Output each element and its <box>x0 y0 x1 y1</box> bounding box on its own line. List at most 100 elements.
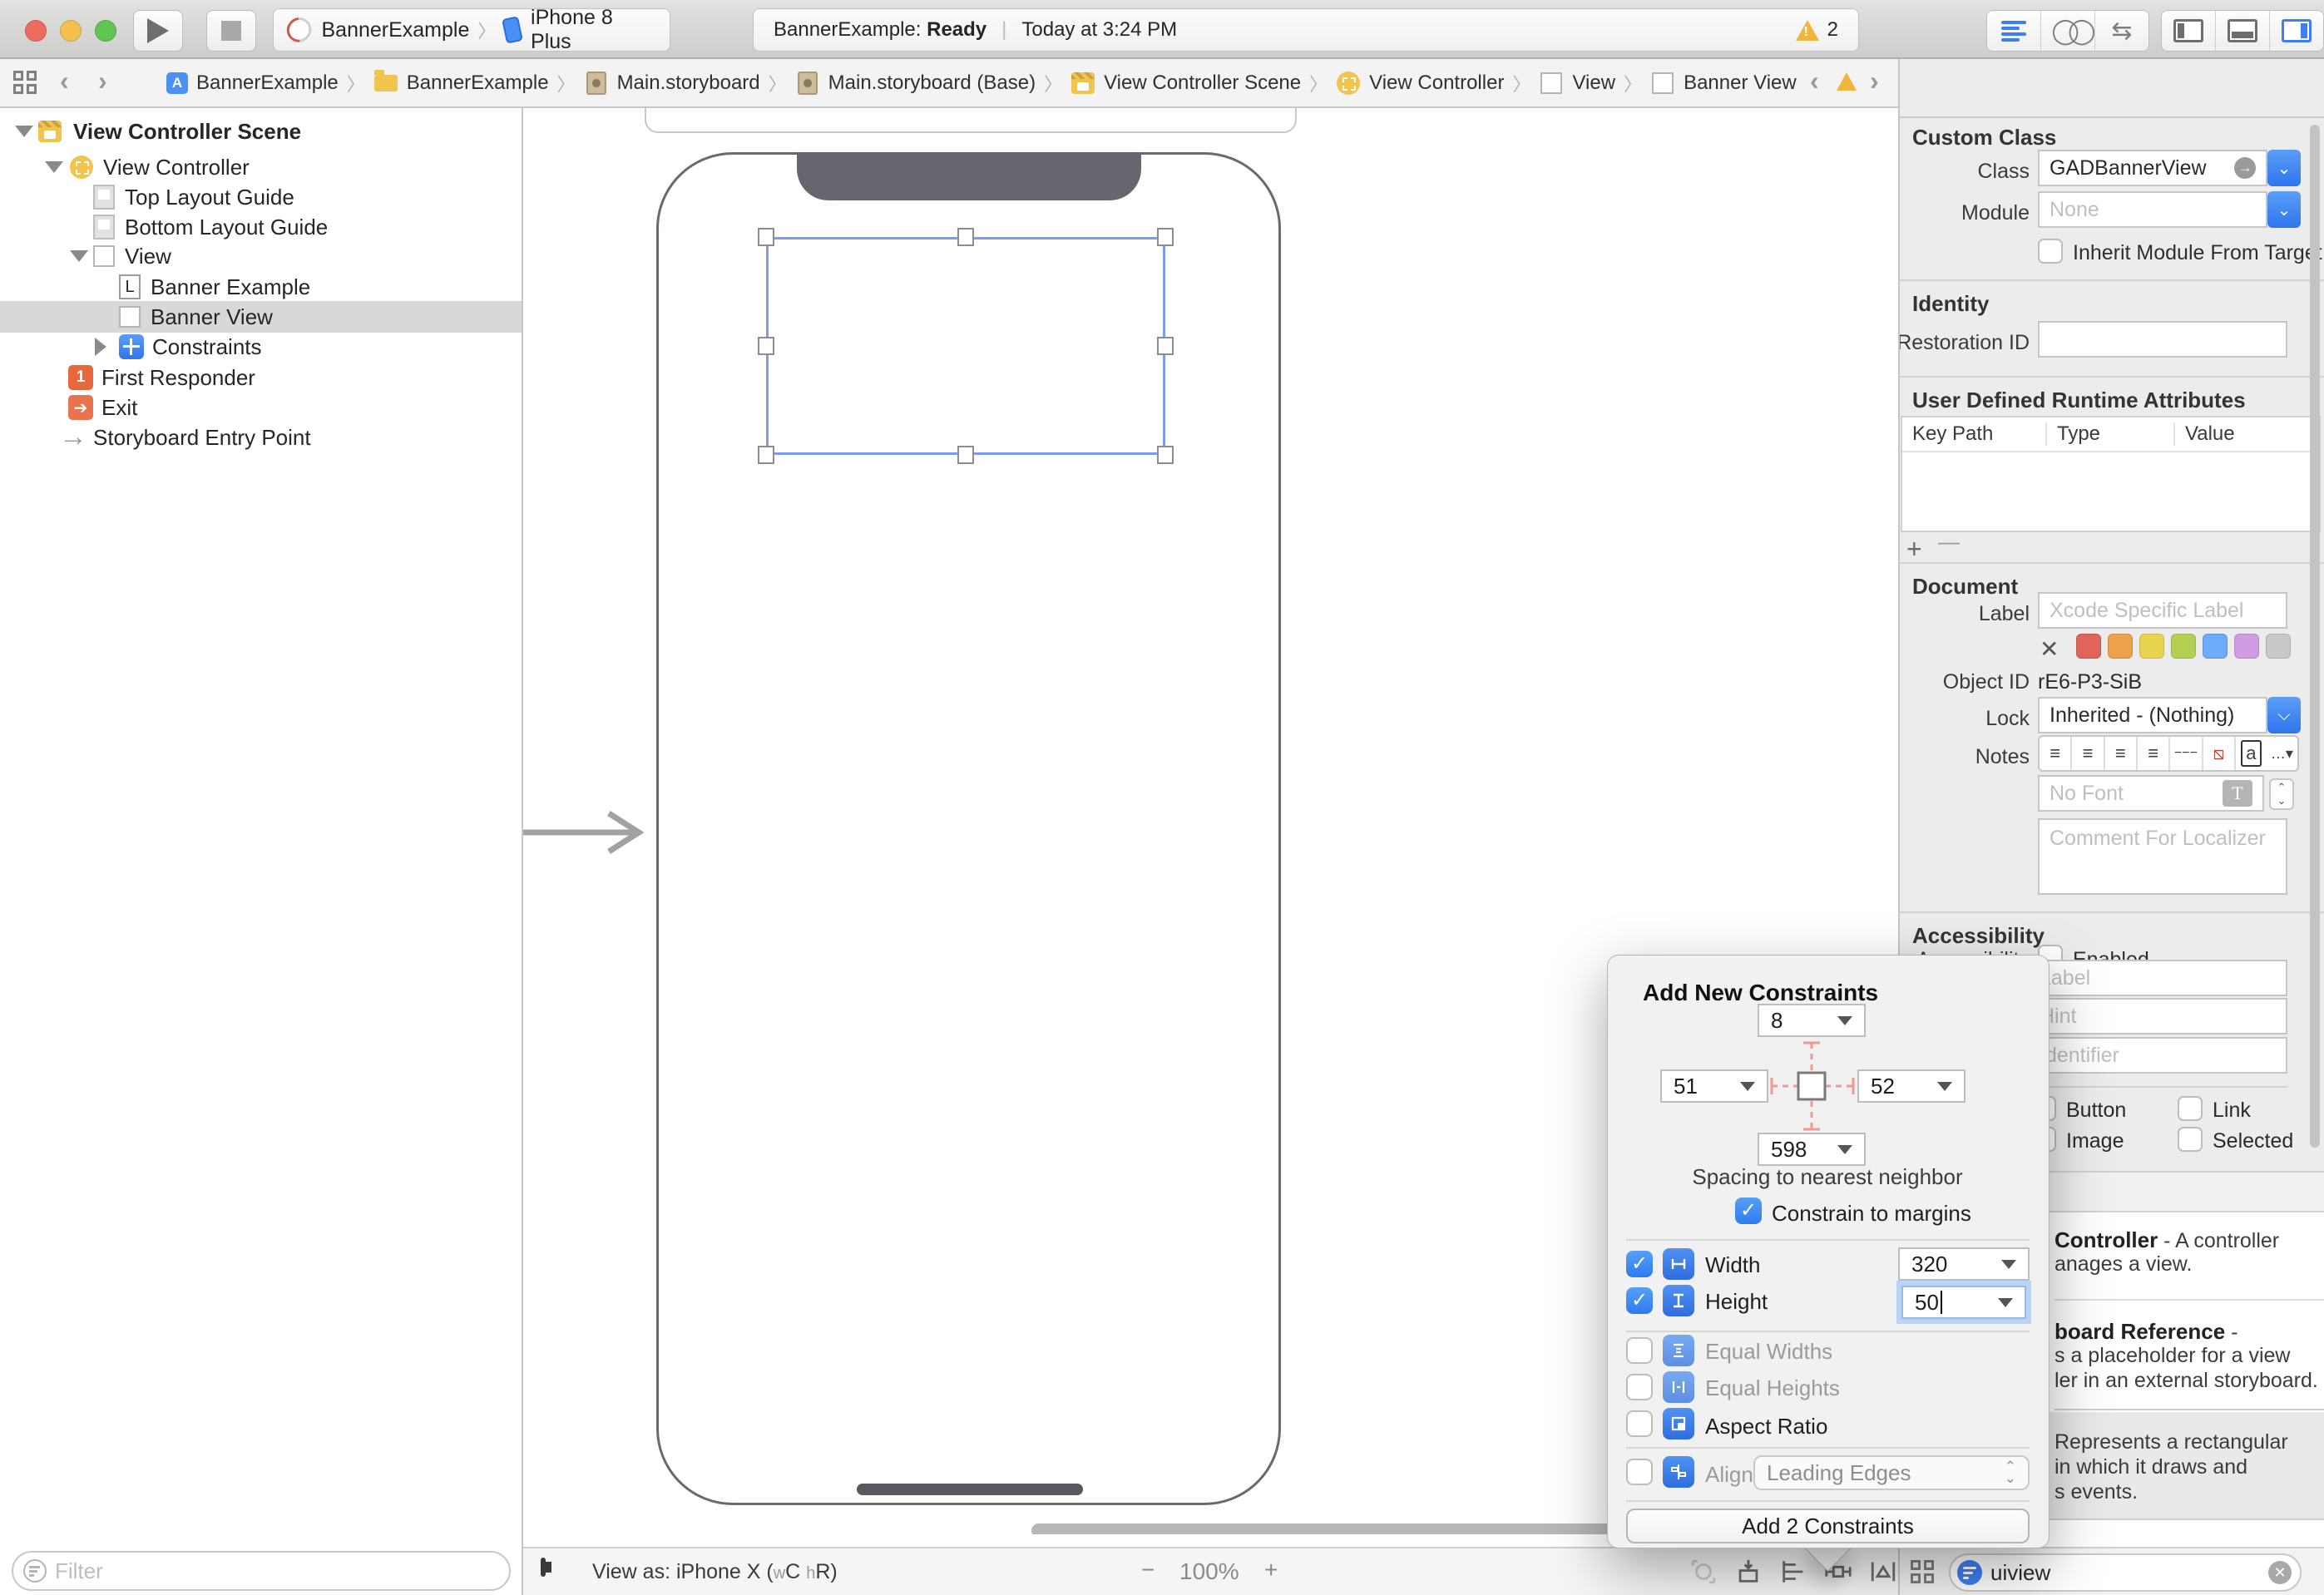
outline-row-top-layout-guide[interactable]: Top Layout Guide <box>0 182 522 212</box>
trait-link-checkbox[interactable] <box>2178 1096 2203 1121</box>
align-option-dropdown[interactable]: Leading Edges ⌃⌄ <box>1753 1455 2030 1490</box>
embed-button[interactable] <box>1730 1555 1767 1588</box>
zoom-button[interactable] <box>95 20 116 42</box>
breadcrumb-item[interactable]: View Controller <box>1369 72 1504 95</box>
stop-button[interactable] <box>206 10 256 52</box>
height-value-field[interactable]: 50 <box>1901 1286 2026 1319</box>
font-field[interactable]: No Font T <box>2038 775 2264 812</box>
assistant-editor-button[interactable]: ◯◯ <box>2041 11 2095 51</box>
resize-handle[interactable] <box>758 446 774 464</box>
text-attr-button[interactable]: a <box>2241 740 2262 767</box>
class-field[interactable]: GADBannerView → <box>2038 150 2267 186</box>
width-checkbox[interactable] <box>1626 1251 1653 1277</box>
module-dropdown-button[interactable]: ⌄ <box>2267 191 2301 228</box>
align-right-button[interactable]: ≡ <box>2105 737 2138 770</box>
outline-row-first-responder[interactable]: 1 First Responder <box>0 363 522 393</box>
resize-handle[interactable] <box>1157 228 1174 246</box>
justify-button[interactable]: ≡ <box>2138 737 2170 770</box>
outline-row-view[interactable]: View <box>0 241 522 271</box>
prev-issue-button[interactable]: ‹ <box>1810 66 1819 96</box>
resolve-issues-button[interactable] <box>1865 1555 1901 1588</box>
align-center-button[interactable]: ≡ <box>2072 737 2104 770</box>
view-as-button[interactable]: View as: iPhone X (wC hR) <box>592 1560 838 1584</box>
outline-row-entry-point[interactable]: → Storyboard Entry Point <box>0 422 522 452</box>
jump-arrow-icon[interactable]: → <box>2234 157 2256 179</box>
outline-row-banner-view[interactable]: Banner View <box>0 302 522 332</box>
height-checkbox[interactable] <box>1626 1287 1653 1314</box>
resize-handle[interactable] <box>1157 446 1174 464</box>
clear-color-button[interactable]: ✕ <box>2040 635 2059 663</box>
font-picker-icon[interactable]: T <box>2223 780 2252 807</box>
toggle-debug-button[interactable] <box>2216 11 2270 51</box>
inspector-scrollbar[interactable] <box>2310 125 2320 1148</box>
spacing-diagram[interactable] <box>1655 1031 1988 1181</box>
toggle-navigator-button[interactable] <box>2162 11 2216 51</box>
align-checkbox[interactable] <box>1626 1459 1653 1485</box>
zoom-out-button[interactable]: − <box>1141 1557 1155 1583</box>
outline-row-constraints[interactable]: Constraints <box>0 332 522 362</box>
clear-search-button[interactable]: ✕ <box>2268 1561 2292 1584</box>
constrain-to-margins-checkbox[interactable] <box>1735 1197 1762 1224</box>
localizer-comment-field[interactable]: Comment For Localizer <box>2038 818 2287 895</box>
resize-handle[interactable] <box>957 228 974 246</box>
selected-banner-view[interactable] <box>766 237 1165 455</box>
library-item-selected[interactable]: Represents a rectangular <box>2055 1430 2288 1454</box>
accessibility-identifier-field[interactable]: Identifier <box>2028 1037 2287 1074</box>
close-button[interactable] <box>25 20 47 42</box>
outline-row-banner-example[interactable]: L Banner Example <box>0 272 522 302</box>
library-grid-icon[interactable] <box>1911 1560 1936 1585</box>
add-attribute-button[interactable]: + <box>1906 534 1922 565</box>
outline-row-scene[interactable]: View Controller Scene <box>0 116 522 146</box>
warning-count[interactable]: ! 2 <box>1796 18 1838 42</box>
color-swatch-orange[interactable] <box>2108 634 2133 659</box>
disclosure-triangle[interactable] <box>15 126 33 137</box>
align-left-button[interactable]: ≡ <box>2040 737 2072 770</box>
update-frames-button[interactable] <box>1685 1555 1722 1588</box>
remove-attribute-button[interactable]: — <box>1938 529 1960 555</box>
disclosure-triangle[interactable] <box>45 161 63 173</box>
forward-button[interactable]: › <box>98 66 107 96</box>
runtime-attributes-table[interactable]: Key Path Type Value <box>1901 416 2321 532</box>
toggle-inspector-button[interactable] <box>2270 11 2323 51</box>
color-swatch-green[interactable] <box>2171 634 2196 659</box>
equal-widths-checkbox[interactable] <box>1626 1337 1653 1364</box>
breadcrumb-item[interactable]: BannerExample <box>407 72 549 95</box>
library-search-field[interactable]: uiview ✕ <box>1949 1553 2302 1592</box>
lock-stepper-button[interactable]: ⌵ <box>2267 697 2301 733</box>
font-size-stepper[interactable]: ⌃⌄ <box>2269 778 2294 810</box>
next-issue-button[interactable]: › <box>1870 66 1879 96</box>
restoration-id-field[interactable] <box>2038 321 2287 358</box>
disclosure-triangle[interactable] <box>70 250 88 262</box>
outline-row-exit[interactable]: ➔ Exit <box>0 393 522 422</box>
minimize-button[interactable] <box>60 20 82 42</box>
class-dropdown-button[interactable]: ⌄ <box>2267 150 2301 186</box>
related-items-button[interactable] <box>13 71 38 96</box>
aspect-ratio-checkbox[interactable] <box>1626 1410 1653 1437</box>
breadcrumb-item[interactable]: Banner View <box>1684 72 1797 95</box>
accessibility-label-field[interactable]: Label <box>2028 960 2287 996</box>
run-button[interactable] <box>133 10 183 52</box>
library-item[interactable]: Controller - A controller <box>2055 1227 2279 1253</box>
width-value-dropdown[interactable]: 320 <box>1898 1247 2030 1281</box>
breadcrumb-item[interactable]: BannerExample <box>196 72 339 95</box>
resize-handle[interactable] <box>758 337 774 355</box>
resize-handle[interactable] <box>957 446 974 464</box>
version-editor-button[interactable]: ⇆ <box>2095 11 2148 51</box>
color-swatch-purple[interactable] <box>2234 634 2259 659</box>
breadcrumb-item[interactable]: Main.storyboard <box>617 72 760 95</box>
scheme-selector[interactable]: BannerExample 〉 iPhone 8 Plus <box>273 8 670 52</box>
resize-handle[interactable] <box>758 228 774 246</box>
issue-warning-icon[interactable] <box>1837 72 1857 91</box>
accessibility-hint-field[interactable]: Hint <box>2028 998 2287 1035</box>
add-constraints-submit-button[interactable]: Add 2 Constraints <box>1626 1509 2030 1543</box>
library-item[interactable]: board Reference - <box>2055 1319 2237 1345</box>
no-fill-button[interactable]: ⧅ <box>2203 737 2236 770</box>
color-swatch-blue[interactable] <box>2203 634 2228 659</box>
disclosure-triangle[interactable] <box>95 338 106 356</box>
back-button[interactable]: ‹ <box>60 66 69 96</box>
outline-row-bottom-layout-guide[interactable]: Bottom Layout Guide <box>0 212 522 242</box>
breadcrumb-item[interactable]: View <box>1572 72 1615 95</box>
breadcrumb-item[interactable]: Main.storyboard (Base) <box>828 72 1036 95</box>
align-button[interactable] <box>1775 1555 1812 1588</box>
document-label-field[interactable]: Xcode Specific Label <box>2038 592 2287 629</box>
